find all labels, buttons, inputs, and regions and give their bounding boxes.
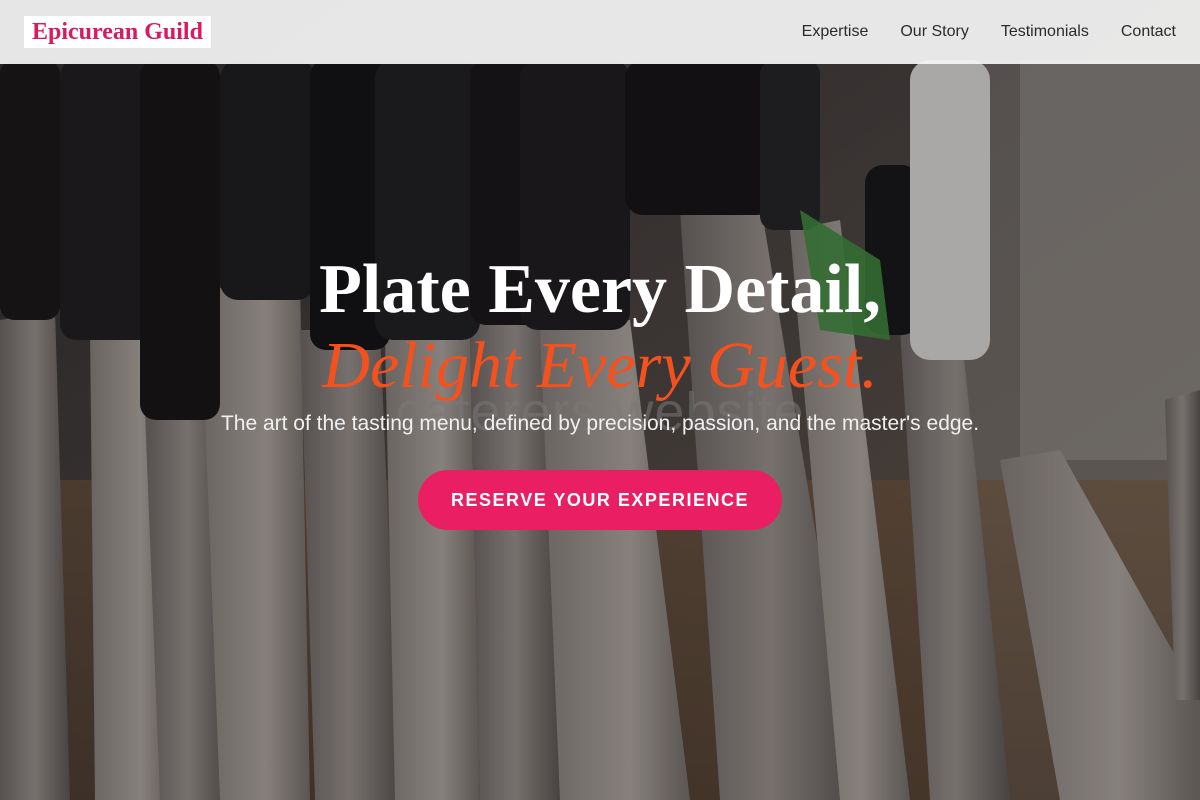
hero-section: Plate Every Detail, Delight Every Guest.… (0, 250, 1200, 530)
top-navbar: Epicurean Guild Expertise Our Story Test… (0, 0, 1200, 64)
nav-link-contact[interactable]: Contact (1105, 23, 1176, 41)
hero-headline-line1: Plate Every Detail, (319, 251, 881, 328)
reserve-experience-button[interactable]: RESERVE YOUR EXPERIENCE (418, 470, 782, 530)
nav-link-testimonials[interactable]: Testimonials (985, 23, 1105, 41)
nav-link-our-story[interactable]: Our Story (884, 23, 984, 41)
nav-link-expertise[interactable]: Expertise (786, 23, 885, 41)
hero-headline-line2: Delight Every Guest. (322, 329, 878, 402)
hero-subtitle: The art of the tasting menu, defined by … (220, 412, 980, 435)
nav-menu: Expertise Our Story Testimonials Contact (786, 23, 1176, 41)
brand-logo[interactable]: Epicurean Guild (24, 16, 211, 48)
